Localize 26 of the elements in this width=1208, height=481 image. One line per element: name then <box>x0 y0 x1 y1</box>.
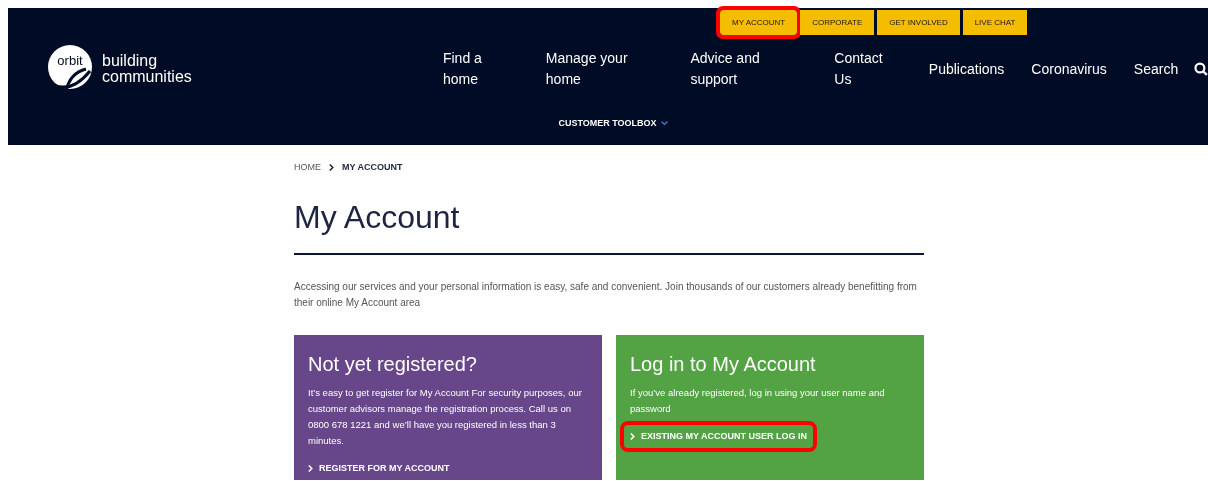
customer-toolbox-link[interactable]: CUSTOMER TOOLBOX <box>558 117 668 131</box>
nav-link[interactable]: Search <box>1133 58 1179 80</box>
card-link[interactable]: REGISTER FOR MY ACCOUNT <box>308 456 450 480</box>
logo-text[interactable]: building communities <box>102 53 192 85</box>
nav-link[interactable]: Manage your home <box>545 48 664 90</box>
top-link[interactable]: LIVE CHAT <box>962 10 1028 35</box>
card-title: Not yet registered? <box>308 351 478 377</box>
intro-text: Accessing our services and your personal information is easy, safe and convenient. Join thousands of our customers already benefitting from their online My Account area <box>294 279 918 310</box>
page-title: My Account <box>294 197 461 237</box>
chevron-right-icon <box>630 432 635 440</box>
card-text: If you’ve already registered, log in using your user name and password <box>630 385 886 416</box>
nav-link[interactable]: Contact Us <box>834 48 902 90</box>
chevron-right-icon <box>329 164 334 172</box>
nav-link[interactable]: Publications <box>928 58 1005 80</box>
nav-link[interactable]: Find a home <box>442 48 519 90</box>
search-icon[interactable] <box>1194 62 1208 76</box>
card-title: Log in to My Account <box>630 351 817 377</box>
top-link[interactable]: GET INVOLVED <box>877 10 960 35</box>
breadcrumb-link[interactable]: MY ACCOUNT <box>342 161 403 175</box>
chevron-right-icon <box>308 464 313 472</box>
breadcrumb-link[interactable]: HOME <box>294 161 321 175</box>
chevron-down-icon <box>660 121 668 127</box>
top-link[interactable]: CORPORATE <box>800 10 875 35</box>
nav-link[interactable]: Advice and support <box>690 48 808 90</box>
nav-link[interactable]: Coronavirus <box>1031 58 1107 80</box>
card-text: It’s easy to get register for My Account For security purposes, our customer advisors manage the registration process. Call us on 0800 678 1221 and we’ll have you registered in less than 3 minutes. <box>308 385 583 448</box>
